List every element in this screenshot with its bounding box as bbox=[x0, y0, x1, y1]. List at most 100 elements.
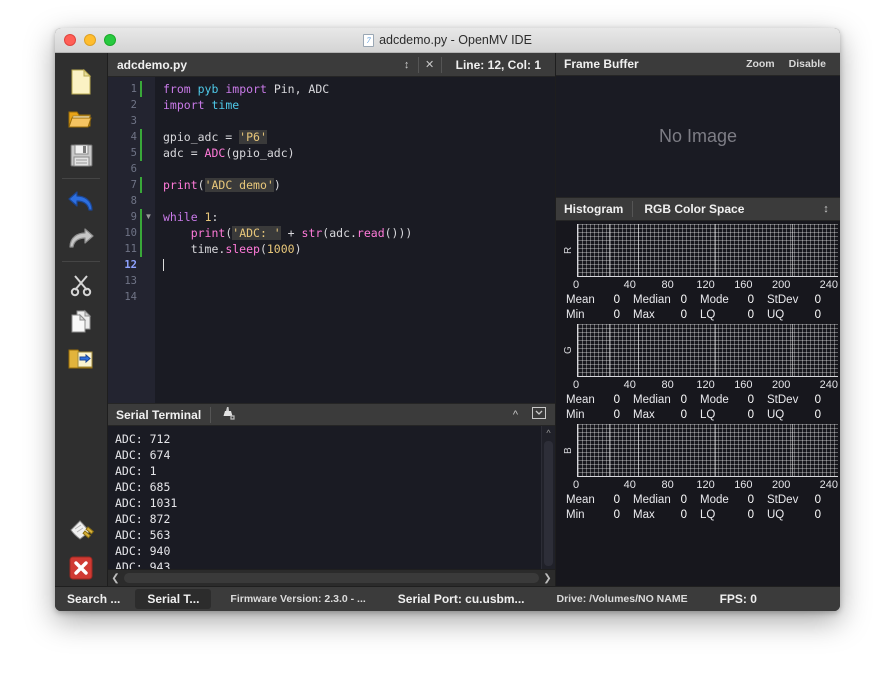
serial-port-label: Serial Port: cu.usbm... bbox=[397, 592, 525, 606]
text-caret bbox=[163, 259, 164, 271]
stat-value: 0 bbox=[814, 309, 821, 321]
tick-label: 200 bbox=[772, 279, 791, 291]
fold-slot bbox=[142, 257, 155, 273]
terminal-line: ADC: 943 bbox=[115, 560, 171, 569]
terminal-vertical-scrollbar[interactable]: ^ bbox=[541, 426, 555, 569]
undo-button[interactable] bbox=[61, 183, 101, 220]
fold-slot bbox=[142, 289, 155, 305]
open-folder-icon bbox=[68, 111, 92, 127]
tab-adcdemo-py[interactable]: adcdemo.py bbox=[108, 58, 396, 72]
hscroll-right-icon[interactable]: ❯ bbox=[540, 573, 555, 584]
code-token: adc = bbox=[163, 146, 205, 160]
terminal-line: ADC: 1031 bbox=[115, 496, 178, 510]
code-fold-column[interactable]: ▼ bbox=[142, 77, 155, 403]
histogram-stat: Mean 0 bbox=[566, 494, 633, 506]
terminal-horizontal-scrollbar[interactable]: ❮ ❯ bbox=[108, 569, 555, 586]
histogram-stat: Mode 0 bbox=[700, 394, 767, 406]
histogram-plot bbox=[577, 324, 838, 377]
histogram-stats-row: Min 0 Max 0 LQ 0 UQ 0 bbox=[556, 406, 840, 421]
tab-switch-button[interactable]: ↕ bbox=[396, 59, 418, 71]
clear-terminal-button[interactable] bbox=[220, 406, 236, 424]
line-number: 8 bbox=[130, 195, 137, 207]
code-line: import time bbox=[163, 97, 555, 113]
tick-label: 80 bbox=[661, 279, 674, 291]
line-number-gutter: 1 2 3 4 5 6 7 8 9 10 11 12 13 14 bbox=[108, 77, 142, 403]
stat-value: 0 bbox=[613, 494, 620, 506]
detach-terminal-button[interactable] bbox=[532, 407, 555, 422]
histogram-header: Histogram RGB Color Space ↕ bbox=[556, 197, 840, 221]
code-token: 1000 bbox=[266, 242, 295, 256]
line-number: 7 bbox=[108, 177, 142, 193]
stat-key: Mode bbox=[700, 394, 729, 406]
stat-value: 0 bbox=[747, 394, 754, 406]
stat-value: 0 bbox=[814, 409, 821, 421]
stat-value: 0 bbox=[814, 509, 821, 521]
histogram-stat: UQ 0 bbox=[767, 409, 834, 421]
serial-terminal-tab-button[interactable]: Serial T... bbox=[135, 589, 212, 609]
code-token: ) bbox=[273, 178, 281, 192]
code-token: print bbox=[190, 226, 226, 240]
copy-button[interactable] bbox=[61, 303, 101, 340]
channel-axis-label: G bbox=[563, 346, 574, 355]
serial-terminal-header: Serial Terminal ^ bbox=[108, 403, 555, 426]
tick-label: 120 bbox=[696, 379, 715, 391]
terminal-line: ADC: 712 bbox=[115, 432, 171, 446]
left-toolbar bbox=[55, 53, 108, 586]
code-line: adc = ADC(gpio_adc) bbox=[163, 145, 555, 161]
code-token: 'P6' bbox=[239, 130, 267, 144]
stat-key: UQ bbox=[767, 409, 785, 421]
histogram-plot bbox=[577, 424, 838, 477]
minimize-window-button[interactable] bbox=[84, 34, 96, 46]
collapse-terminal-button[interactable]: ^ bbox=[513, 409, 532, 421]
code-token: 'ADC demo' bbox=[204, 178, 274, 192]
stat-key: Median bbox=[633, 294, 671, 306]
fold-toggle-icon[interactable]: ▼ bbox=[142, 209, 155, 225]
new-file-button[interactable] bbox=[61, 63, 101, 100]
zoom-window-button[interactable] bbox=[104, 34, 116, 46]
serial-terminal-body[interactable]: ADC: 712 ADC: 674 ADC: 1 ADC: 685 ADC: 1031 A… bbox=[108, 426, 555, 569]
firmware-version-label: Firmware Version: 2.3.0 - ... bbox=[230, 593, 366, 605]
open-file-button[interactable] bbox=[61, 100, 101, 137]
frame-buffer-view[interactable]: No Image bbox=[556, 76, 840, 197]
stop-button[interactable] bbox=[61, 549, 101, 586]
tick-label: 40 bbox=[623, 479, 636, 491]
save-file-button[interactable] bbox=[61, 137, 101, 174]
stat-key: StDev bbox=[767, 294, 799, 306]
code-token: 'ADC: ' bbox=[232, 226, 281, 240]
redo-button[interactable] bbox=[61, 220, 101, 257]
stat-value: 0 bbox=[747, 509, 754, 521]
close-window-button[interactable] bbox=[64, 34, 76, 46]
frame-buffer-zoom-button[interactable]: Zoom bbox=[746, 58, 789, 70]
code-content[interactable]: from pyb import Pin, ADC import time gpio_… bbox=[155, 77, 555, 403]
connect-button[interactable] bbox=[61, 512, 101, 549]
color-space-chevron-icon[interactable]: ↕ bbox=[818, 203, 840, 215]
serial-terminal-output: ADC: 712 ADC: 674 ADC: 1 ADC: 685 ADC: 1031 A… bbox=[108, 426, 541, 569]
histogram-stats-row: Mean 0 Median 0 Mode 0 StDev 0 bbox=[556, 491, 840, 506]
hscroll-thumb[interactable] bbox=[124, 573, 539, 583]
color-space-select[interactable]: RGB Color Space bbox=[633, 202, 818, 216]
paste-button[interactable] bbox=[61, 340, 101, 377]
redo-arrow-icon bbox=[69, 227, 94, 248]
tab-close-button[interactable]: ✕ bbox=[419, 58, 441, 71]
tick-label: 240 bbox=[819, 379, 839, 391]
change-marker bbox=[140, 145, 142, 161]
change-marker bbox=[140, 177, 142, 193]
stat-value: 0 bbox=[747, 294, 754, 306]
code-editor[interactable]: 1 2 3 4 5 6 7 8 9 10 11 12 13 14 ▼ from pyb import Pi… bbox=[108, 77, 555, 403]
cut-button[interactable] bbox=[61, 266, 101, 303]
scroll-up-icon[interactable]: ^ bbox=[546, 428, 550, 438]
change-marker bbox=[140, 209, 142, 225]
frame-buffer-disable-button[interactable]: Disable bbox=[789, 58, 840, 70]
hscroll-left-icon[interactable]: ❮ bbox=[108, 573, 123, 584]
terminal-scroll-thumb[interactable] bbox=[544, 441, 553, 566]
channel-axis-label: B bbox=[563, 447, 574, 454]
code-token: gpio_adc = bbox=[163, 130, 240, 144]
search-tab-button[interactable]: Search ... bbox=[55, 587, 132, 612]
histogram-stat: Mean 0 bbox=[566, 294, 633, 306]
window-titlebar[interactable]: 7 adcdemo.py - OpenMV IDE bbox=[55, 28, 840, 53]
stat-key: Min bbox=[566, 509, 585, 521]
